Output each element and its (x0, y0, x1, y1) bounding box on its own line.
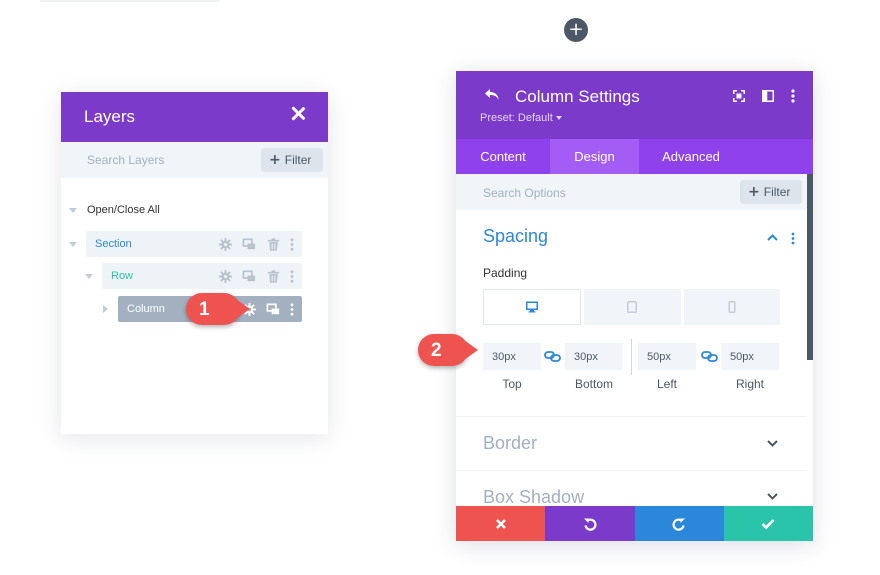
more-vertical-icon[interactable] (290, 269, 294, 284)
trash-icon[interactable] (266, 237, 281, 252)
layer-row-label: Row (111, 270, 134, 282)
padding-left-label: Left (656, 377, 677, 391)
tab-advanced[interactable]: Advanced (639, 139, 743, 174)
tab-content[interactable]: Content (456, 139, 550, 174)
callout-marker-2: 2 (418, 334, 478, 366)
filter-label: Filter (284, 153, 312, 167)
device-tablet-tab[interactable] (584, 289, 681, 325)
padding-top-input[interactable]: 30px (483, 343, 541, 370)
preset-label: Preset: Default (480, 112, 553, 124)
redo-icon (672, 518, 686, 531)
top-divider (40, 0, 220, 2)
padding-right-input[interactable]: 50px (721, 343, 779, 370)
save-button[interactable] (723, 506, 813, 541)
layer-section[interactable]: Section (86, 231, 302, 257)
chevron-up-icon[interactable] (767, 234, 778, 241)
settings-footer (456, 506, 813, 541)
box-shadow-section-title[interactable]: Box Shadow (483, 487, 584, 508)
section-divider (456, 416, 807, 417)
open-close-all[interactable]: Open/Close All (69, 204, 160, 216)
device-switcher (483, 289, 780, 325)
padding-divider (631, 339, 632, 375)
layers-header: Layers (61, 92, 328, 142)
fullscreen-icon[interactable] (733, 90, 745, 102)
undo-arrow-icon[interactable] (484, 88, 500, 102)
layer-row[interactable]: Row (102, 263, 302, 289)
spacing-section-title[interactable]: Spacing (483, 226, 548, 247)
border-section-title[interactable]: Border (483, 433, 537, 454)
save-icon (761, 518, 775, 529)
caret-down-icon[interactable] (85, 274, 93, 279)
layers-search-input[interactable]: Search Layers (87, 153, 164, 167)
settings-title: Column Settings (515, 87, 640, 106)
more-vertical-icon[interactable] (791, 89, 795, 103)
more-vertical-icon[interactable] (791, 232, 795, 245)
padding-right-label: Right (735, 377, 764, 391)
padding-bottom-input[interactable]: 30px (565, 343, 623, 370)
open-close-all-label: Open/Close All (87, 204, 160, 216)
more-vertical-icon[interactable] (290, 237, 294, 252)
redo-button[interactable] (634, 506, 724, 541)
close-icon[interactable] (290, 106, 306, 122)
chevron-down-icon[interactable] (767, 493, 778, 500)
caret-down-icon (69, 207, 77, 213)
duplicate-icon[interactable] (242, 237, 257, 252)
plus-icon: + (269, 152, 281, 168)
layers-panel: Layers Search Layers + Filter Open/Close … (61, 92, 328, 434)
scrollbar[interactable] (807, 174, 813, 360)
tablet-icon (627, 301, 638, 313)
cancel-icon (495, 518, 506, 529)
chevron-down-icon[interactable] (767, 440, 778, 447)
plus-icon: + (748, 184, 760, 200)
duplicate-icon[interactable] (242, 269, 257, 284)
settings-search-bar[interactable]: Search Options + Filter (456, 174, 813, 210)
layer-column-label: Column (127, 303, 165, 315)
padding-inputs: 30px Top 30px Bottom 50px Left 50px Righ… (483, 339, 783, 403)
padding-top-label: Top (502, 377, 522, 391)
padding-left-input[interactable]: 50px (638, 343, 696, 370)
undo-button[interactable] (545, 506, 635, 541)
device-phone-tab[interactable] (683, 289, 780, 325)
caret-down-icon (555, 116, 562, 121)
device-desktop-tab[interactable] (483, 289, 582, 325)
caret-right-icon[interactable] (103, 305, 108, 313)
undo-icon (583, 518, 597, 531)
split-view-icon[interactable] (762, 90, 774, 102)
trash-icon[interactable] (266, 269, 281, 284)
layers-filter-button[interactable]: + Filter (261, 148, 323, 172)
section-divider (456, 470, 807, 471)
more-vertical-icon[interactable] (290, 302, 294, 317)
settings-header: Column Settings Preset: Default (456, 71, 813, 139)
filter-label: Filter (763, 185, 791, 199)
settings-filter-button[interactable]: + Filter (740, 180, 802, 204)
phone-icon (728, 301, 736, 313)
padding-bottom-label: Bottom (574, 377, 613, 391)
column-settings-modal: Column Settings Preset: Default Content … (456, 71, 813, 541)
callout-marker-1: 1 (186, 293, 250, 325)
layers-title: Layers (84, 107, 136, 126)
link-icon[interactable] (701, 350, 718, 363)
tab-design[interactable]: Design (550, 139, 639, 174)
desktop-icon (526, 301, 539, 313)
callout-number: 1 (199, 299, 210, 320)
plus-icon: + (568, 19, 584, 40)
padding-label: Padding (483, 266, 528, 280)
callout-number: 2 (431, 340, 442, 361)
link-icon[interactable] (544, 350, 561, 363)
settings-tabs: Content Design Advanced (456, 139, 813, 174)
gear-icon[interactable] (218, 237, 233, 252)
cancel-button[interactable] (456, 506, 546, 541)
preset-dropdown[interactable]: Preset: Default (480, 112, 562, 124)
caret-down-icon[interactable] (69, 242, 77, 247)
settings-search-input[interactable]: Search Options (483, 186, 566, 200)
add-section-button[interactable]: + (564, 18, 588, 42)
layers-search-bar[interactable]: Search Layers + Filter (61, 142, 328, 178)
gear-icon[interactable] (218, 269, 233, 284)
duplicate-icon[interactable] (266, 302, 281, 317)
layer-section-label: Section (95, 238, 132, 250)
